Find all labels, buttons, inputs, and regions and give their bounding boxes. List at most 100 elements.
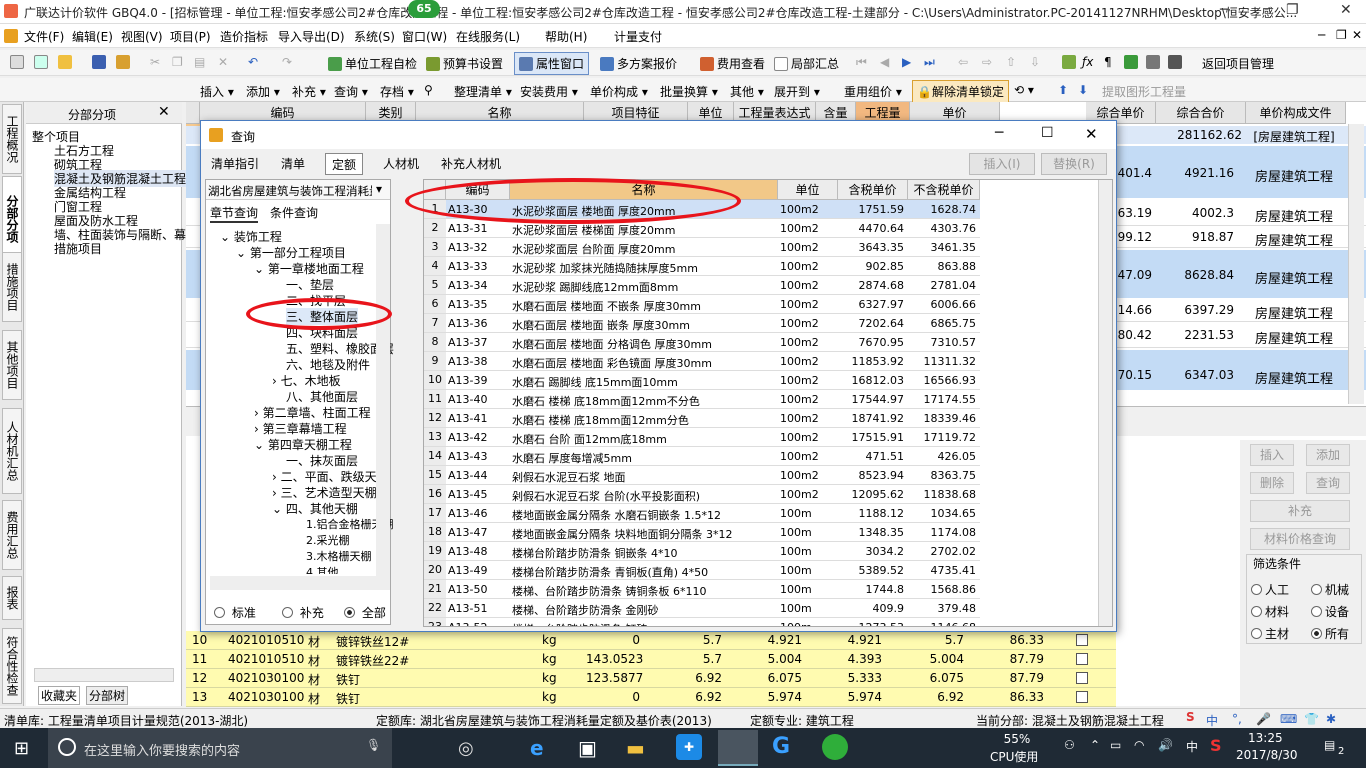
dialog-maximize-icon[interactable]: ☐ bbox=[1041, 125, 1054, 141]
ime-zh-label[interactable]: 中 bbox=[1206, 712, 1218, 729]
ime-zh-tray[interactable]: 中 bbox=[1186, 738, 1198, 755]
radio-all[interactable]: 全部 bbox=[344, 604, 386, 621]
insert-quota-button[interactable]: 插入(I) bbox=[969, 153, 1035, 175]
menu-system[interactable]: 系统(S) bbox=[354, 28, 395, 45]
save-all-icon[interactable] bbox=[116, 55, 133, 69]
clock-time[interactable]: 13:25 bbox=[1248, 731, 1283, 745]
store-icon[interactable]: ▣ bbox=[578, 736, 597, 760]
add-button[interactable]: 添加 ▾ bbox=[246, 83, 280, 100]
network-icon[interactable]: ▭ bbox=[1110, 738, 1121, 752]
first-icon[interactable]: ⏮ bbox=[856, 55, 867, 70]
row-checkbox[interactable] bbox=[1076, 634, 1088, 646]
arrow-up-icon[interactable]: ⇧ bbox=[1006, 55, 1016, 69]
sogou-icon[interactable]: S bbox=[1210, 736, 1222, 755]
g-app-icon[interactable]: G bbox=[772, 734, 790, 759]
quota-row[interactable]: 11 A13-40 水磨石 楼梯 底18mm面12mm不分色 100m2 17544.9… bbox=[424, 390, 980, 409]
splitter[interactable] bbox=[395, 179, 421, 625]
cube-icon[interactable] bbox=[1124, 55, 1141, 69]
arrow-right-icon[interactable]: ⇨ bbox=[982, 55, 992, 69]
material-row[interactable]: 10 4021010510 材 镀锌铁丝12# kg 0 5.7 4.921 4… bbox=[186, 631, 1116, 650]
expand-to-button[interactable]: 展开到 ▾ bbox=[774, 83, 820, 100]
start-icon[interactable]: ⊞ bbox=[14, 738, 29, 759]
tab-reports[interactable]: 报表 bbox=[2, 576, 22, 620]
app-icon-3[interactable] bbox=[822, 734, 848, 760]
tab-compliance[interactable]: 符合性检查 bbox=[2, 628, 22, 704]
menu-view[interactable]: 视图(V) bbox=[121, 28, 163, 45]
add-button[interactable]: 添加 bbox=[1306, 444, 1350, 466]
tree-node[interactable]: 六、地毯及附件 bbox=[286, 356, 370, 373]
binoculars-icon[interactable]: ⚲ bbox=[424, 83, 433, 97]
row-checkbox[interactable] bbox=[1076, 691, 1088, 703]
people-icon[interactable]: ⚇ bbox=[1064, 738, 1075, 752]
partial-summary-button[interactable]: 局部汇总 bbox=[774, 55, 839, 72]
quota-row[interactable]: 5 A13-34 水泥砂浆 踢脚线底12mm面8mm 100m2 2874.68 2781… bbox=[424, 276, 980, 295]
supplement-button[interactable]: 补充 bbox=[1250, 500, 1350, 522]
app-icon-1[interactable]: ◎ bbox=[458, 738, 474, 759]
quota-row[interactable]: 17 A13-46 楼地面嵌金属分隔条 水磨石铜嵌条 1.5*12 100m 1188.… bbox=[424, 504, 980, 523]
menu-file[interactable]: 文件(F) bbox=[24, 28, 64, 45]
new-icon[interactable] bbox=[10, 55, 27, 69]
quota-row[interactable]: 15 A13-44 剁假石水泥豆石浆 地面 100m2 8523.94 8363.75 bbox=[424, 466, 980, 485]
restore-icon[interactable]: ❐ bbox=[1286, 2, 1299, 18]
wifi-icon[interactable]: ◠ bbox=[1134, 738, 1144, 752]
open-folder-icon[interactable] bbox=[58, 55, 75, 69]
tree-node[interactable]: ⌄ 第一章楼地面工程 bbox=[254, 260, 364, 277]
quota-row[interactable]: 4 A13-33 水泥砂浆 加浆抹光随捣随抹厚度5mm 100m2 902.85 863.… bbox=[424, 257, 980, 276]
panel-close-icon[interactable]: ✕ bbox=[158, 104, 170, 120]
edge-icon[interactable]: e bbox=[530, 736, 544, 760]
self-check-button[interactable]: 单位工程自检 bbox=[328, 55, 417, 72]
material-row[interactable]: 13 4021030100 材 铁钉 kg 0 6.92 5.974 5.974… bbox=[186, 688, 1116, 707]
back-project-button[interactable]: 返回项目管理 bbox=[1202, 55, 1274, 72]
quota-row[interactable]: 21 A13-50 楼梯、台阶踏步防滑条 铸铜条板 6*110 100m 1744.8 1… bbox=[424, 580, 980, 599]
batch-convert-button[interactable]: 批量换算 ▾ bbox=[660, 83, 718, 100]
quota-row[interactable]: 13 A13-42 水磨石 台阶 面12mm底18mm 100m2 17515.91 17… bbox=[424, 428, 980, 447]
save-icon[interactable] bbox=[92, 55, 109, 69]
tree-h-scrollbar[interactable] bbox=[210, 576, 390, 590]
tab-fee-summary[interactable]: 费用汇总 bbox=[2, 500, 22, 570]
redo-icon[interactable]: ↷ bbox=[282, 55, 292, 69]
taskbar-search[interactable]: 在这里输入你要搜索的内容 🎙 bbox=[48, 728, 392, 768]
menu-import-export[interactable]: 导入导出(D) bbox=[278, 28, 345, 45]
quota-row[interactable]: 23A13-52 楼梯、台阶踏步防滑条 缸砖 100m 1273.53 1146.68 bbox=[424, 618, 980, 626]
tools-icon[interactable]: ✱ bbox=[1326, 712, 1336, 726]
unit-price-button[interactable]: 单价构成 ▾ bbox=[590, 83, 648, 100]
tree-node[interactable]: › 第三章幕墙工程 bbox=[254, 420, 347, 437]
tree-node[interactable]: ⌄ 第四章天棚工程 bbox=[254, 436, 352, 453]
tab-favorites[interactable]: 收藏夹 bbox=[38, 686, 81, 705]
insert-button[interactable]: 插入 ▾ bbox=[200, 83, 234, 100]
radio-equipment[interactable]: 设备 bbox=[1311, 603, 1349, 620]
fx-icon[interactable]: ƒx bbox=[1082, 55, 1093, 69]
tab-labor-material[interactable]: 人材机汇总 bbox=[2, 408, 22, 494]
grid-icon[interactable] bbox=[1146, 55, 1163, 69]
tab-project-overview[interactable]: 工程概况 bbox=[2, 104, 22, 174]
tree-node[interactable]: ⌄ 装饰工程 bbox=[220, 228, 282, 245]
organize-list-button[interactable]: 整理清单 ▾ bbox=[454, 83, 512, 100]
volume-icon[interactable]: 🔊 bbox=[1158, 738, 1173, 752]
radio-machine[interactable]: 机械 bbox=[1311, 581, 1349, 598]
tab-condition-query[interactable]: 条件查询 bbox=[270, 204, 318, 221]
radio-labor[interactable]: 人工 bbox=[1251, 581, 1289, 598]
ime-s-icon[interactable]: S bbox=[1186, 710, 1195, 724]
material-price-query-button[interactable]: 材料价格查询 bbox=[1250, 528, 1350, 550]
quota-row[interactable]: 3 A13-32 水泥砂浆面层 台阶面 厚度20mm 100m2 3643.35 3461… bbox=[424, 238, 980, 257]
tab-chapter-query[interactable]: 章节查询 bbox=[210, 204, 259, 223]
row-checkbox[interactable] bbox=[1076, 672, 1088, 684]
ime-punct-icon[interactable]: °, bbox=[1232, 712, 1242, 726]
paint-icon[interactable]: ⟲ ▾ bbox=[1014, 83, 1034, 97]
close-icon[interactable]: ✕ bbox=[1340, 2, 1352, 18]
calc-icon[interactable] bbox=[1168, 55, 1185, 69]
menu-cost-index[interactable]: 造价指标 bbox=[220, 28, 268, 45]
cut-icon[interactable]: ✂ bbox=[150, 55, 160, 69]
arrow-left-icon[interactable]: ⇦ bbox=[958, 55, 968, 69]
material-row[interactable]: 11 4021010510 材 镀锌铁丝22# kg 143.0523 5.7 … bbox=[186, 650, 1116, 669]
tab-labor-material-machine[interactable]: 人材机 bbox=[377, 153, 425, 175]
badge-counter[interactable]: 65 bbox=[408, 0, 440, 18]
extract-quantity-button[interactable]: 提取图形工程量 bbox=[1102, 83, 1186, 100]
tree-node[interactable]: 一、抹灰面层 bbox=[286, 452, 358, 469]
explorer-icon[interactable]: ▬ bbox=[626, 736, 645, 760]
prev-icon[interactable]: ◀ bbox=[880, 55, 889, 69]
quota-row[interactable]: 18 A13-47 楼地面嵌金属分隔条 块料地面铜分隔条 3*12 100m 1348.… bbox=[424, 523, 980, 542]
query-button[interactable]: 查询 bbox=[1306, 472, 1350, 494]
quota-row[interactable]: 10 A13-39 水磨石 踢脚线 底15mm面10mm 100m2 16812.03 1… bbox=[424, 371, 980, 390]
move-down-icon[interactable]: ⬇ bbox=[1078, 83, 1088, 97]
